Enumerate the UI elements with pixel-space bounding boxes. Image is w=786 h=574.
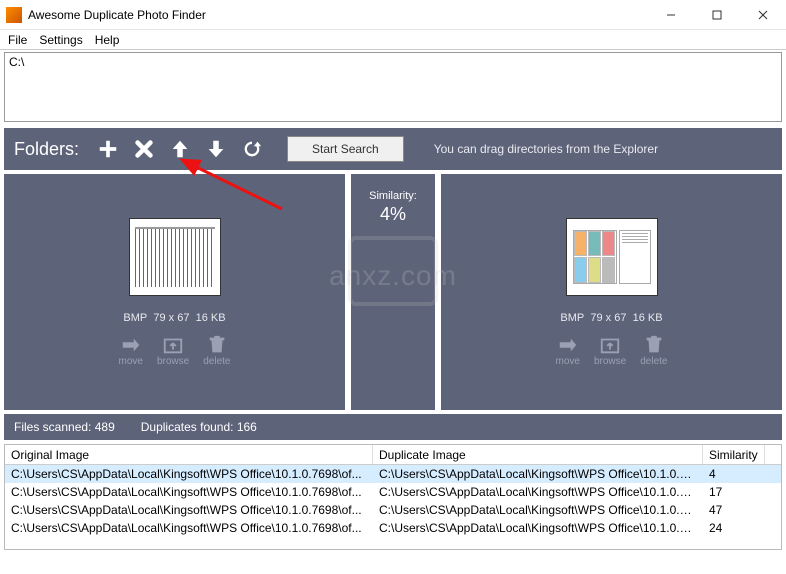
- duplicates-found: Duplicates found: 166: [141, 420, 257, 434]
- cell-original: C:\Users\CS\AppData\Local\Kingsoft\WPS O…: [5, 521, 373, 535]
- drag-hint: You can drag directories from the Explor…: [434, 142, 658, 156]
- folder-path: C:\: [9, 55, 24, 69]
- duplicate-move-button[interactable]: move: [556, 334, 580, 367]
- col-original[interactable]: Original Image: [5, 445, 373, 464]
- table-header: Original Image Duplicate Image Similarit…: [5, 445, 781, 465]
- menubar: File Settings Help: [0, 30, 786, 50]
- folders-label: Folders:: [14, 139, 79, 160]
- table-row[interactable]: C:\Users\CS\AppData\Local\Kingsoft\WPS O…: [5, 519, 781, 537]
- table-body: C:\Users\CS\AppData\Local\Kingsoft\WPS O…: [5, 465, 781, 537]
- maximize-button[interactable]: [694, 0, 740, 30]
- status-bar: Files scanned: 489 Duplicates found: 166: [4, 414, 782, 440]
- window-controls: [648, 0, 786, 30]
- minimize-button[interactable]: [648, 0, 694, 30]
- duplicate-actions: move browse delete: [556, 334, 668, 367]
- original-browse-button[interactable]: browse: [157, 334, 189, 367]
- move-up-icon[interactable]: [167, 136, 193, 162]
- cell-similarity: 24: [703, 521, 765, 535]
- similarity-label: Similarity:: [369, 190, 417, 202]
- table-row[interactable]: C:\Users\CS\AppData\Local\Kingsoft\WPS O…: [5, 483, 781, 501]
- titlebar: Awesome Duplicate Photo Finder: [0, 0, 786, 30]
- cell-original: C:\Users\CS\AppData\Local\Kingsoft\WPS O…: [5, 503, 373, 517]
- menu-help[interactable]: Help: [95, 33, 120, 47]
- start-search-button[interactable]: Start Search: [287, 136, 404, 162]
- compare-area: BMP 79 x 67 16 KB move browse delete Sim…: [4, 174, 782, 410]
- move-down-icon[interactable]: [203, 136, 229, 162]
- cell-duplicate: C:\Users\CS\AppData\Local\Kingsoft\WPS O…: [373, 521, 703, 535]
- duplicate-panel: BMP 79 x 67 16 KB move browse delete: [441, 174, 782, 410]
- duplicate-thumbnail[interactable]: [566, 218, 658, 296]
- table-row[interactable]: C:\Users\CS\AppData\Local\Kingsoft\WPS O…: [5, 501, 781, 519]
- original-info: BMP 79 x 67 16 KB: [123, 312, 225, 324]
- cell-duplicate: C:\Users\CS\AppData\Local\Kingsoft\WPS O…: [373, 503, 703, 517]
- original-thumbnail[interactable]: [129, 218, 221, 296]
- original-move-button[interactable]: move: [119, 334, 143, 367]
- cell-duplicate: C:\Users\CS\AppData\Local\Kingsoft\WPS O…: [373, 467, 703, 481]
- similarity-value: 4%: [380, 204, 406, 225]
- duplicate-info: BMP 79 x 67 16 KB: [560, 312, 662, 324]
- col-duplicate[interactable]: Duplicate Image: [373, 445, 703, 464]
- close-button[interactable]: [740, 0, 786, 30]
- cell-original: C:\Users\CS\AppData\Local\Kingsoft\WPS O…: [5, 467, 373, 481]
- table-row[interactable]: C:\Users\CS\AppData\Local\Kingsoft\WPS O…: [5, 465, 781, 483]
- folder-list[interactable]: C:\: [4, 52, 782, 122]
- cell-similarity: 17: [703, 485, 765, 499]
- refresh-icon[interactable]: [239, 136, 265, 162]
- menu-settings[interactable]: Settings: [39, 33, 82, 47]
- cell-original: C:\Users\CS\AppData\Local\Kingsoft\WPS O…: [5, 485, 373, 499]
- similarity-column: Similarity: 4%: [351, 174, 435, 410]
- menu-file[interactable]: File: [8, 33, 27, 47]
- files-scanned: Files scanned: 489: [14, 420, 115, 434]
- cell-similarity: 4: [703, 467, 765, 481]
- toolbar: Folders: Start Search You can drag direc…: [4, 128, 782, 170]
- cell-duplicate: C:\Users\CS\AppData\Local\Kingsoft\WPS O…: [373, 485, 703, 499]
- remove-folder-icon[interactable]: [131, 136, 157, 162]
- col-similarity[interactable]: Similarity: [703, 445, 765, 464]
- original-panel: BMP 79 x 67 16 KB move browse delete: [4, 174, 345, 410]
- duplicate-delete-button[interactable]: delete: [640, 334, 667, 367]
- app-icon: [6, 7, 22, 23]
- cell-similarity: 47: [703, 503, 765, 517]
- results-table[interactable]: Original Image Duplicate Image Similarit…: [4, 444, 782, 550]
- original-actions: move browse delete: [119, 334, 231, 367]
- duplicate-browse-button[interactable]: browse: [594, 334, 626, 367]
- add-folder-icon[interactable]: [95, 136, 121, 162]
- original-delete-button[interactable]: delete: [203, 334, 230, 367]
- window-title: Awesome Duplicate Photo Finder: [28, 8, 648, 22]
